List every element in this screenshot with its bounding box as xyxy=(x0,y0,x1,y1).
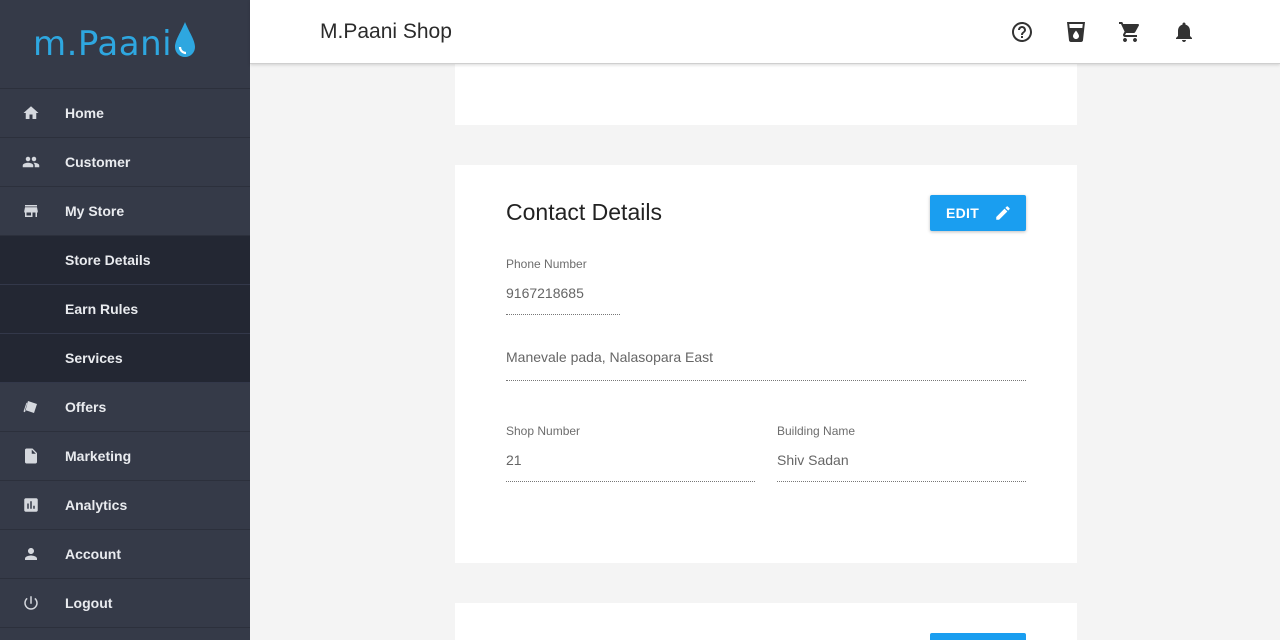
next-card xyxy=(455,603,1077,640)
person-icon xyxy=(0,545,65,563)
sidebar-item-label: Marketing xyxy=(65,448,132,464)
bell-icon[interactable] xyxy=(1172,20,1196,44)
sidebar-item-customer[interactable]: Customer xyxy=(0,138,250,187)
field-label: Phone Number xyxy=(506,257,587,271)
top-header: M.Paani Shop xyxy=(250,0,1280,64)
field-underline xyxy=(506,314,620,315)
sidebar-item-label: Earn Rules xyxy=(65,301,139,317)
sidebar-item-offers[interactable]: Offers xyxy=(0,383,250,432)
sidebar-item-label: My Store xyxy=(65,203,125,219)
card-title: Contact Details xyxy=(506,199,662,225)
people-icon xyxy=(0,153,65,171)
field-value: 21 xyxy=(506,452,522,468)
sidebar-item-label: Home xyxy=(65,105,104,121)
sidebar-item-marketing[interactable]: Marketing xyxy=(0,432,250,481)
shop-number-field[interactable]: Shop Number 21 xyxy=(506,424,755,482)
field-underline xyxy=(777,481,1026,482)
analytics-icon xyxy=(0,496,65,514)
power-icon xyxy=(0,594,65,612)
home-icon xyxy=(0,104,65,122)
sidebar-item-account[interactable]: Account xyxy=(0,530,250,579)
sidebar-item-label: Account xyxy=(65,546,121,562)
previous-card xyxy=(455,64,1077,125)
edit-button[interactable]: EDIT xyxy=(930,195,1026,231)
sidebar: m.Paani Home Customer My Store Store Det… xyxy=(0,0,250,640)
offers-icon xyxy=(0,398,65,416)
address-field[interactable]: Manevale pada, Nalasopara East xyxy=(506,349,1026,381)
sidebar-item-logout[interactable]: Logout xyxy=(0,579,250,628)
logo-text: m.Paani xyxy=(33,24,173,64)
field-label: Shop Number xyxy=(506,424,581,438)
next-edit-button[interactable] xyxy=(930,633,1026,640)
sidebar-item-label: Customer xyxy=(65,154,131,170)
sidebar-item-label: Logout xyxy=(65,595,113,611)
phone-number-field[interactable]: Phone Number 9167218685 xyxy=(506,257,620,315)
cup-icon[interactable] xyxy=(1064,20,1088,44)
brand-logo[interactable]: m.Paani xyxy=(0,0,250,89)
field-underline xyxy=(506,481,755,482)
contact-details-card: Contact Details EDIT Phone Number 916721… xyxy=(455,165,1077,563)
sidebar-subitem-services[interactable]: Services xyxy=(0,334,250,383)
document-icon xyxy=(0,447,65,465)
field-underline xyxy=(506,380,1026,381)
sidebar-item-label: Services xyxy=(65,350,123,366)
page-title: M.Paani Shop xyxy=(320,20,452,43)
cart-icon[interactable] xyxy=(1118,20,1142,44)
pencil-icon xyxy=(996,206,1010,220)
sidebar-subitem-earn-rules[interactable]: Earn Rules xyxy=(0,285,250,334)
sidebar-item-label: Store Details xyxy=(65,252,151,268)
help-icon[interactable] xyxy=(1010,20,1034,44)
sidebar-item-my-store[interactable]: My Store xyxy=(0,187,250,236)
field-value: Shiv Sadan xyxy=(777,452,849,468)
building-name-field[interactable]: Building Name Shiv Sadan xyxy=(777,424,1026,482)
sidebar-item-home[interactable]: Home xyxy=(0,89,250,138)
field-label: Building Name xyxy=(777,424,856,438)
edit-button-label: EDIT xyxy=(946,205,980,221)
sidebar-item-label: Analytics xyxy=(65,497,128,513)
sidebar-item-analytics[interactable]: Analytics xyxy=(0,481,250,530)
store-icon xyxy=(0,202,65,220)
field-value: Manevale pada, Nalasopara East xyxy=(506,349,714,365)
water-drop-icon xyxy=(175,22,196,57)
field-value: 9167218685 xyxy=(506,285,584,301)
sidebar-subitem-store-details[interactable]: Store Details xyxy=(0,236,250,285)
sidebar-item-label: Offers xyxy=(65,399,107,415)
